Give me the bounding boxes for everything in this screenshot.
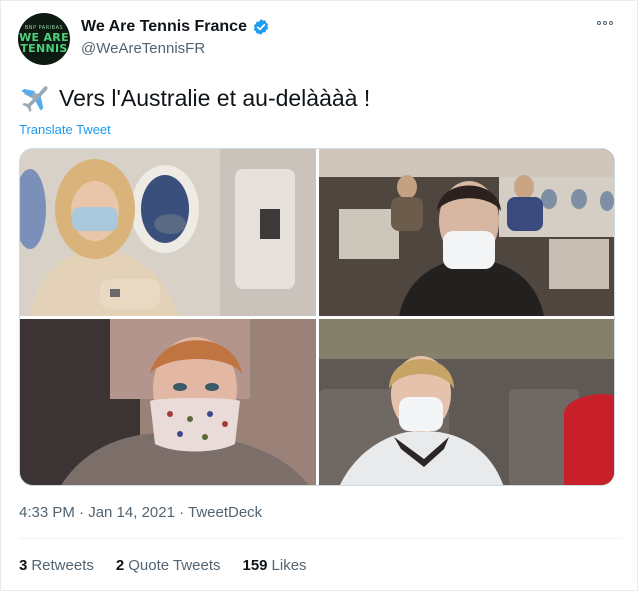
- photo-2-image: [319, 149, 614, 316]
- avatar-sponsor-text: BNP PARIBAS: [24, 24, 64, 31]
- verified-badge-icon: [253, 19, 269, 35]
- airplane-emoji-icon: [21, 86, 48, 113]
- photo-3[interactable]: [20, 319, 316, 485]
- tweet-card: BNP PARIBAS WE ARE TENNIS We Are Tennis …: [0, 0, 638, 591]
- engagement-stats: 3 Retweets 2 Quote Tweets 159 Likes: [19, 557, 307, 574]
- photo-3-image: [20, 319, 316, 485]
- display-name-text: We Are Tennis France: [81, 18, 247, 35]
- tweet-timestamp[interactable]: 4:33 PM · Jan 14, 2021 · TweetDeck: [19, 504, 262, 521]
- photo-grid: [19, 148, 615, 486]
- avatar-logo-line1: WE ARE: [19, 30, 69, 44]
- likes-stat[interactable]: 159 Likes: [243, 557, 307, 574]
- divider: [19, 538, 621, 539]
- photo-4[interactable]: [319, 319, 614, 485]
- display-name[interactable]: We Are Tennis France: [81, 18, 270, 36]
- account-handle[interactable]: @WeAreTennisFR: [81, 40, 205, 57]
- avatar-logo-line2: TENNIS: [20, 41, 68, 55]
- photo-2[interactable]: [319, 149, 614, 316]
- quote-tweets-stat[interactable]: 2 Quote Tweets: [116, 557, 221, 574]
- photo-1-image: [20, 149, 316, 316]
- retweets-stat[interactable]: 3 Retweets: [19, 557, 94, 574]
- tweet-text-content: Vers l'Australie et au-delàààà !: [59, 84, 371, 111]
- tweet-text: Vers l'Australie et au-delàààà !: [19, 83, 370, 113]
- more-options-icon[interactable]: [597, 21, 613, 25]
- photo-4-image: [319, 319, 614, 485]
- photo-1[interactable]: [20, 149, 316, 316]
- translate-tweet-link[interactable]: Translate Tweet: [19, 122, 111, 137]
- avatar[interactable]: BNP PARIBAS WE ARE TENNIS: [18, 13, 70, 65]
